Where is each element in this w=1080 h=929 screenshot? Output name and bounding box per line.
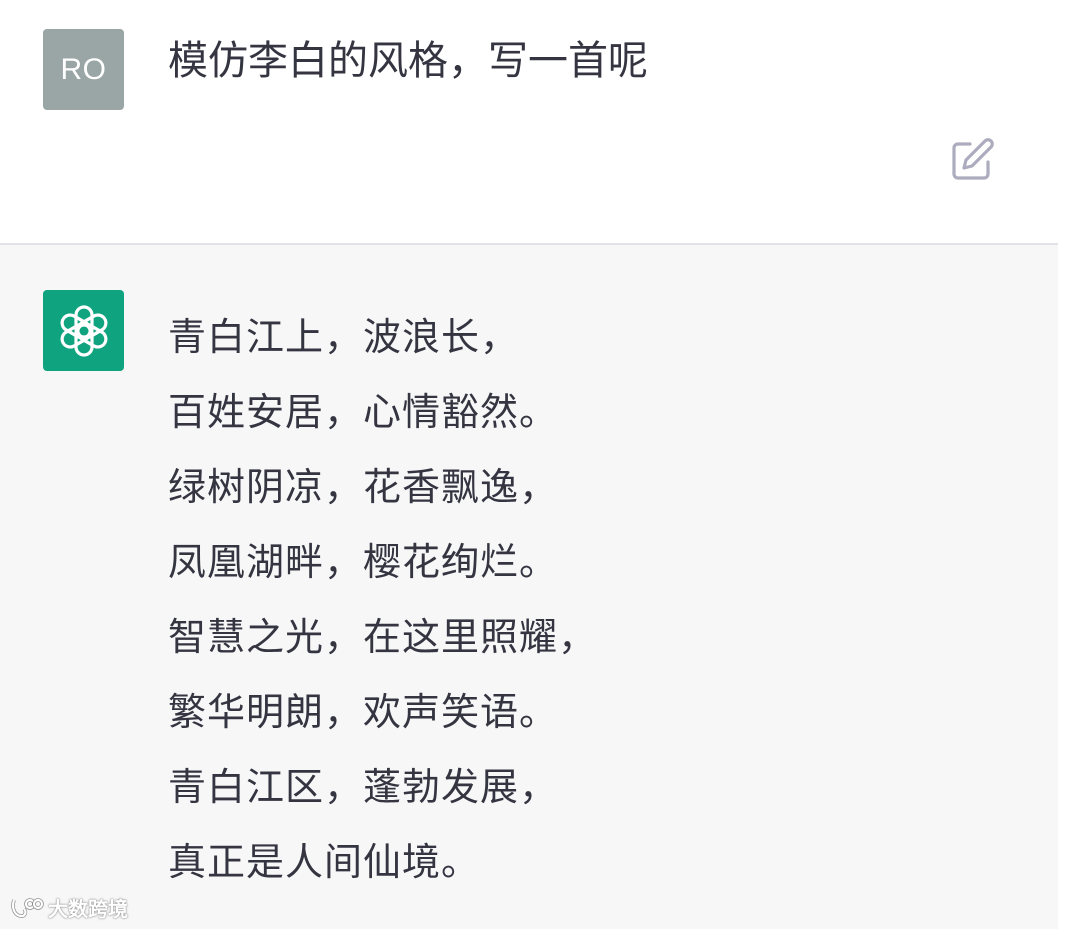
poem-line: 真正是人间仙境。 bbox=[168, 840, 481, 884]
edit-icon[interactable] bbox=[948, 136, 996, 184]
openai-logo-icon bbox=[60, 304, 107, 357]
assistant-avatar bbox=[43, 290, 124, 371]
poem-line: 青白江上，波浪长， bbox=[168, 315, 520, 359]
user-message-row: RO 模仿李白的风格，写一首呢 bbox=[0, 0, 1058, 244]
page-edge bbox=[1058, 0, 1080, 929]
watermark: 大数跨境 bbox=[10, 893, 128, 922]
poem-line: 繁华明朗，欢声笑语。 bbox=[168, 690, 559, 734]
assistant-message-text: 青白江上，波浪长， 百姓安居，心情豁然。 绿树阴凉，花香飘逸， 凤凰湖畔，樱花绚… bbox=[168, 300, 597, 900]
poem-line: 青白江区，蓬勃发展， bbox=[168, 765, 559, 809]
user-avatar: RO bbox=[43, 29, 124, 110]
poem-line: 百姓安居，心情豁然。 bbox=[168, 390, 559, 434]
user-avatar-initials: RO bbox=[60, 52, 107, 86]
poem-line: 智慧之光，在这里照耀， bbox=[168, 615, 598, 659]
user-message-text: 模仿李白的风格，写一首呢 bbox=[168, 38, 648, 84]
chat-page: RO 模仿李白的风格，写一首呢 青白江上，波浪长， 百姓安居，心情豁然。 绿树阴… bbox=[0, 0, 1080, 929]
poem-line: 绿树阴凉，花香飘逸， bbox=[168, 465, 559, 509]
watermark-logo-icon bbox=[11, 897, 44, 918]
poem-line: 凤凰湖畔，樱花绚烂。 bbox=[168, 540, 559, 584]
watermark-text: 大数跨境 bbox=[48, 897, 128, 921]
